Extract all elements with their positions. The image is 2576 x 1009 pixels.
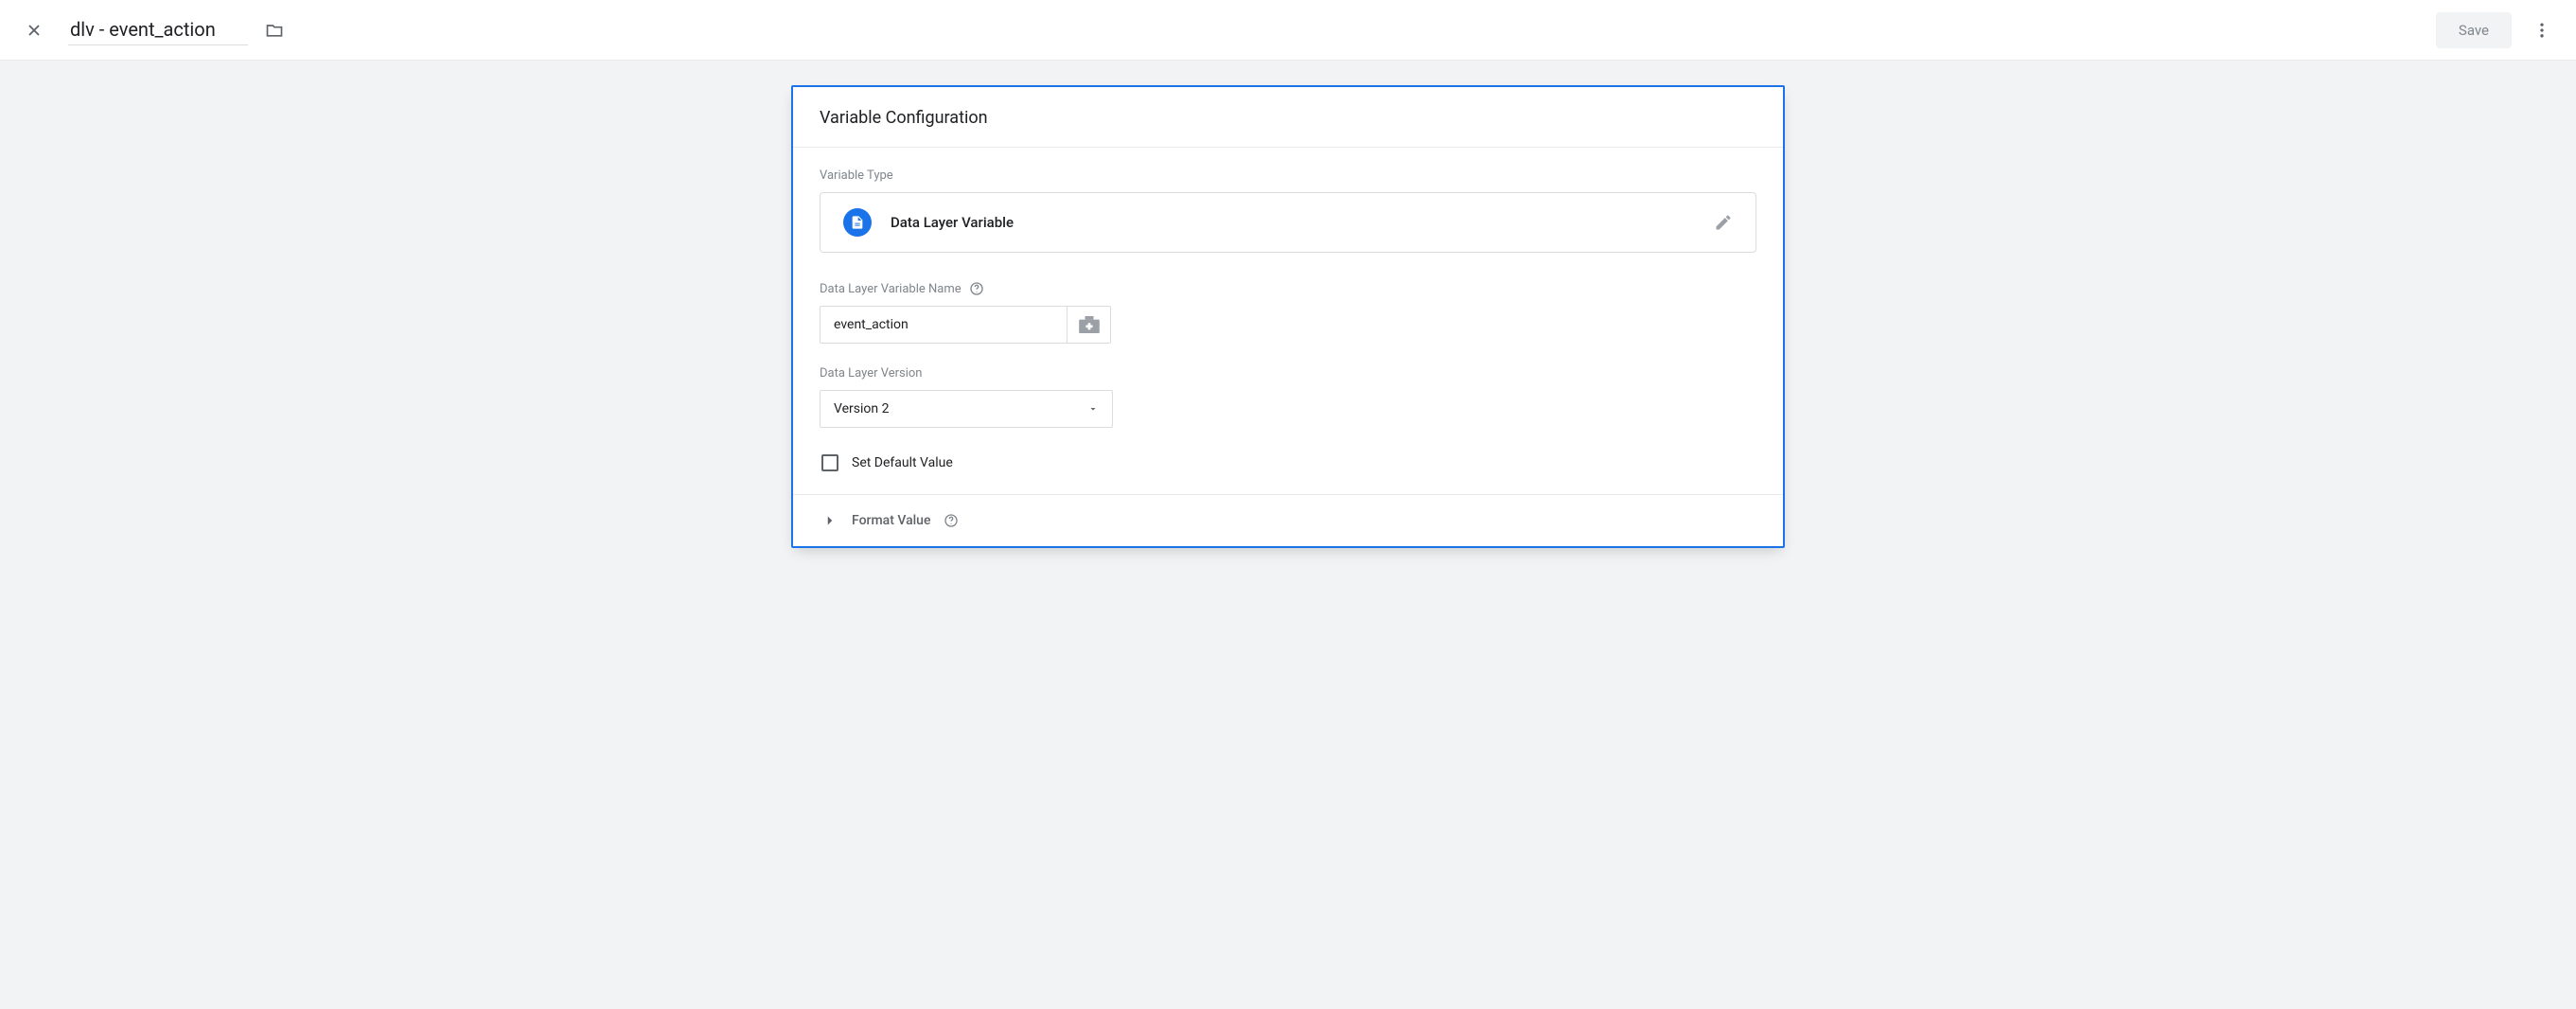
data-layer-version-select[interactable]: Version 2 — [820, 390, 1113, 428]
folder-button[interactable] — [257, 13, 291, 47]
data-layer-variable-icon — [843, 208, 872, 237]
close-button[interactable] — [15, 11, 53, 49]
version-selected-value: Version 2 — [834, 401, 889, 416]
variable-name-label-text: Data Layer Variable Name — [820, 282, 962, 296]
chevron-right-icon — [821, 512, 838, 529]
data-layer-variable-name-input[interactable] — [820, 306, 1067, 344]
close-icon — [25, 21, 44, 40]
format-value-label: Format Value — [852, 513, 930, 528]
variable-name-input[interactable] — [68, 14, 248, 45]
panel-title: Variable Configuration — [793, 87, 1783, 148]
set-default-value-label: Set Default Value — [852, 455, 953, 470]
set-default-value-checkbox[interactable] — [821, 454, 838, 471]
block-plus-icon — [1079, 316, 1100, 333]
insert-variable-button[interactable] — [1067, 306, 1111, 344]
topbar: Save — [0, 0, 2576, 61]
save-button[interactable]: Save — [2436, 12, 2512, 48]
variable-type-label: Variable Type — [820, 168, 1756, 183]
pencil-icon — [1714, 213, 1733, 232]
variable-type-selector[interactable]: Data Layer Variable — [820, 192, 1756, 253]
folder-icon — [265, 21, 284, 40]
help-icon[interactable] — [969, 281, 984, 296]
variable-configuration-panel: Variable Configuration Variable Type Dat… — [791, 85, 1785, 548]
version-label: Data Layer Version — [820, 366, 1756, 381]
variable-type-name: Data Layer Variable — [891, 214, 1695, 231]
help-icon[interactable] — [944, 513, 959, 528]
variable-name-label: Data Layer Variable Name — [820, 281, 1756, 296]
set-default-value-row: Set Default Value — [820, 451, 1756, 488]
overflow-menu-button[interactable] — [2523, 11, 2561, 49]
content-area: Variable Configuration Variable Type Dat… — [0, 61, 2576, 586]
chevron-down-icon — [1087, 403, 1099, 415]
panel-body: Variable Type Data Layer Variable Data L… — [793, 148, 1783, 546]
format-value-row[interactable]: Format Value — [820, 495, 1756, 529]
variable-name-row — [820, 306, 1756, 344]
more-vert-icon — [2532, 21, 2551, 40]
